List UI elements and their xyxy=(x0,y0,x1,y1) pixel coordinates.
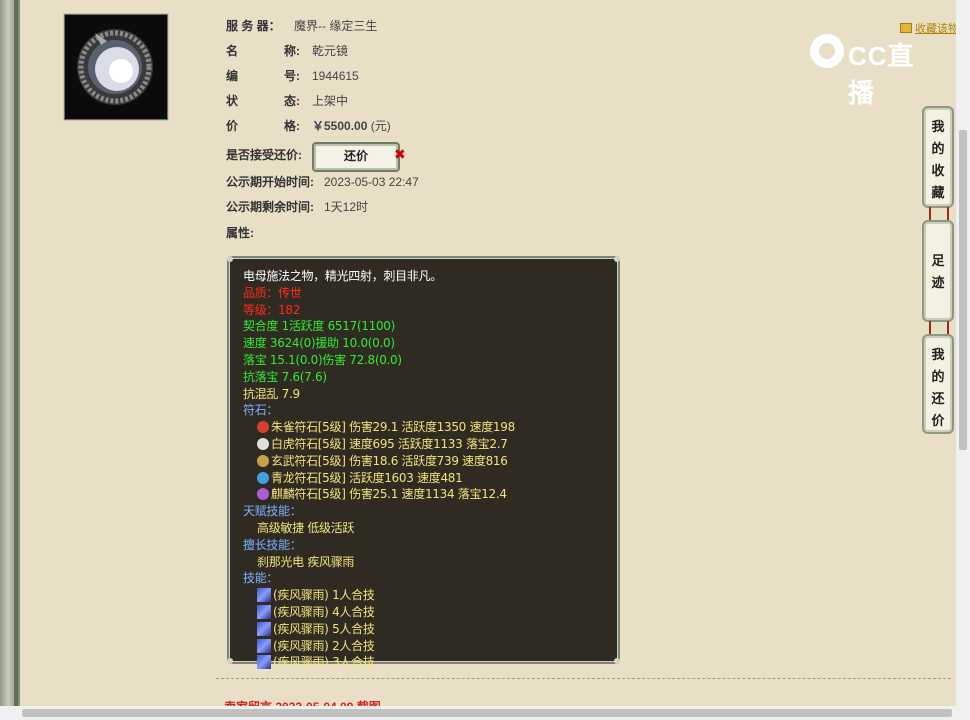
rune-item: 朱雀符石[5级] 伤害29.1 活跃度1350 速度198 xyxy=(243,419,515,436)
rune-item: 青龙符石[5级] 活跃度1603 速度481 xyxy=(243,470,515,487)
rune-item: 白虎符石[5级] 速度695 活跃度1133 落宝2.7 xyxy=(243,436,515,453)
cc-logo-icon xyxy=(810,34,844,68)
status-label: 状 xyxy=(226,94,239,108)
runes-title: 符石： xyxy=(243,403,279,418)
status-value: 上架中 xyxy=(312,94,349,108)
id-value: 1944615 xyxy=(312,69,359,83)
item-level: 等级：182 xyxy=(243,302,301,317)
server-label: 服 务 器： xyxy=(226,19,281,33)
left-border xyxy=(0,0,20,720)
price-unit: (元) xyxy=(370,119,391,133)
side-tab-my-favorites[interactable]: 我的收藏 xyxy=(922,106,954,208)
public-start-value: 2023-05-03 22:47 xyxy=(324,175,419,189)
vertical-scrollbar[interactable] xyxy=(956,0,970,706)
public-remain-row: 公示期剩余时间: 1天12时 xyxy=(226,198,368,216)
server-value: 魔界-- 缘定三生 xyxy=(294,19,378,33)
price-label: 价 xyxy=(226,119,239,133)
bargain-row: 是否接受还价: xyxy=(226,146,302,164)
stat-line: 抗混乱 7.9 xyxy=(243,386,300,401)
public-start-label: 公示期开始时间: xyxy=(226,175,314,189)
side-tab-footprint[interactable]: 足迹 xyxy=(922,220,954,322)
talent-value: 高级敏捷 低级活跃 xyxy=(257,520,355,535)
divider xyxy=(216,678,951,679)
skill-icon xyxy=(257,588,271,603)
rune-item: 玄武符石[5级] 伤害18.6 活跃度739 速度816 xyxy=(243,453,515,470)
id-row: 编 号: 1944615 xyxy=(226,69,359,83)
skills-title: 技能： xyxy=(243,571,279,586)
stat-line: 速度 3624(0)援助 10.0(0.0) xyxy=(243,336,395,351)
stat-line: 抗落宝 7.6(7.6) xyxy=(243,369,327,384)
skill-icon xyxy=(257,638,271,653)
public-start-row: 公示期开始时间: 2023-05-03 22:47 xyxy=(226,173,419,191)
special-title: 擅长技能： xyxy=(243,537,302,552)
rune-icon xyxy=(257,471,269,484)
item-quality: 品质：传世 xyxy=(243,285,302,300)
rune-icon xyxy=(257,454,269,467)
rune-icon xyxy=(257,421,269,434)
stat-line: 契合度 1活跃度 6517(1100) xyxy=(243,319,396,334)
name-label: 名 xyxy=(226,44,239,58)
close-icon[interactable]: ✖ xyxy=(394,146,406,163)
price-row: 价 格: ￥5500.00 (元) xyxy=(226,119,391,133)
skill-icon xyxy=(257,655,271,670)
name-value: 乾元镜 xyxy=(312,44,349,58)
bargain-button[interactable]: 还价 xyxy=(312,142,400,172)
skill-item: (疾风骤雨) 5人合技 xyxy=(243,621,515,638)
item-image xyxy=(64,14,168,120)
skill-icon xyxy=(257,604,271,619)
price-value: ￥5500.00 (元) xyxy=(312,119,391,133)
bargain-label: 是否接受还价: xyxy=(226,148,302,162)
rune-item: 麒麟符石[5级] 伤害25.1 速度1134 落宝12.4 xyxy=(243,486,515,503)
status-row: 状 态: 上架中 xyxy=(226,94,349,108)
stat-line: 落宝 15.1(0.0)伤害 72.8(0.0) xyxy=(243,352,402,367)
horizontal-scrollbar[interactable] xyxy=(0,706,970,720)
attribute-text: 电母施法之物，精光四射，刺目非凡。 品质：传世 等级：182 契合度 1活跃度 … xyxy=(243,268,515,671)
skill-icon xyxy=(257,621,271,636)
talent-title: 天赋技能： xyxy=(243,504,302,519)
attribute-panel: 电母施法之物，精光四射，刺目非凡。 品质：传世 等级：182 契合度 1活跃度 … xyxy=(227,256,620,670)
skill-item: (疾风骤雨) 3人合技 xyxy=(243,654,515,671)
id-label: 编 xyxy=(226,69,239,83)
skill-item: (疾风骤雨) 4人合技 xyxy=(243,604,515,621)
name-row: 名 称: 乾元镜 xyxy=(226,44,349,58)
public-remain-value: 1天12时 xyxy=(324,200,369,214)
special-value: 刹那光电 疾风骤雨 xyxy=(257,554,355,569)
skill-item: (疾风骤雨) 1人合技 xyxy=(243,587,515,604)
rune-icon xyxy=(257,437,269,450)
item-description: 电母施法之物，精光四射，刺目非凡。 xyxy=(243,269,442,283)
attr-row: 属性: xyxy=(226,224,254,242)
tab-connector xyxy=(929,321,949,335)
side-tab-my-bargains[interactable]: 我的还价 xyxy=(922,334,954,434)
rune-icon xyxy=(257,488,269,501)
public-remain-label: 公示期剩余时间: xyxy=(226,200,314,214)
server-row: 服 务 器： 魔界-- 缘定三生 xyxy=(226,17,377,35)
attr-label: 属性: xyxy=(226,226,254,240)
tab-connector xyxy=(929,207,949,221)
cc-live-watermark: CC直播 xyxy=(810,32,940,108)
skill-item: (疾风骤雨) 2人合技 xyxy=(243,638,515,655)
